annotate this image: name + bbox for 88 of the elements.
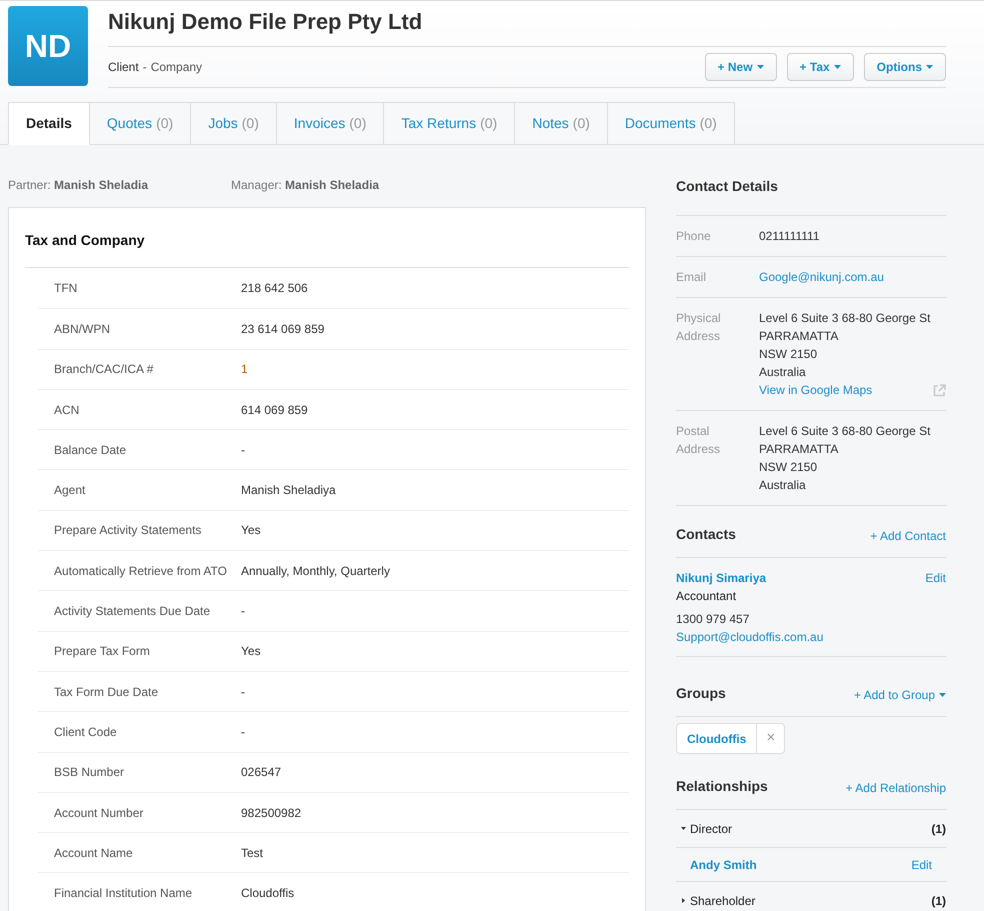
section-title: Tax and Company xyxy=(25,230,629,268)
tab[interactable]: Details xyxy=(8,102,90,145)
add-contact-link[interactable]: + Add Contact xyxy=(870,527,946,545)
field-label: Client Code xyxy=(53,724,118,741)
field-label: ACN xyxy=(53,402,80,419)
field-value: 982500982 xyxy=(241,804,302,822)
field-value: - xyxy=(241,724,245,741)
field-label: Balance Date xyxy=(53,442,128,459)
contact-value: 0211111111 xyxy=(759,228,821,245)
field-value: 026547 xyxy=(241,764,282,782)
contact-phone: 1300 979 457 xyxy=(676,611,750,628)
staff-assignment: Partner: Manish Sheladia xyxy=(8,177,150,194)
relationship-name-link[interactable]: Andy Smith xyxy=(690,856,757,874)
field-value: Yes xyxy=(241,643,261,660)
contact-label: Phone xyxy=(676,228,712,245)
field-value: Test xyxy=(241,844,264,862)
field-value: 23 614 069 859 xyxy=(241,320,324,338)
field-label: Financial Institution Name xyxy=(53,885,194,902)
contact-role: Accountant xyxy=(676,588,738,605)
field-value: - xyxy=(241,684,245,701)
caret-icon xyxy=(939,693,946,697)
dropdown-button[interactable]: Options xyxy=(864,53,946,81)
contact-value: NSW 2150 xyxy=(759,459,818,476)
add-relationship-link[interactable]: + Add Relationship xyxy=(846,779,946,797)
field-label: BSB Number xyxy=(53,764,126,782)
remove-group-button[interactable]: × xyxy=(756,724,784,753)
email-link[interactable]: Google@nikunj.com.au xyxy=(759,268,946,286)
field-value: Annually, Monthly, Quarterly xyxy=(241,562,390,580)
field-value: - xyxy=(241,603,245,620)
contact-value: Level 6 Suite 3 68-80 George St xyxy=(759,423,932,440)
contact-email-link[interactable]: Support@cloudoffis.com.au xyxy=(676,628,946,646)
contact-name-link[interactable]: Nikunj Simariya xyxy=(676,569,766,587)
contact-value: Australia xyxy=(759,477,807,494)
caret-down-icon xyxy=(681,826,686,831)
dropdown-button[interactable]: + New xyxy=(704,53,777,81)
field-value: 218 642 506 xyxy=(241,280,308,298)
field-label: Activity Statements Due Date xyxy=(53,603,212,620)
edit-link[interactable]: Edit xyxy=(911,856,932,874)
caret-right-icon xyxy=(681,898,686,903)
section-title: Contact Details xyxy=(676,176,946,216)
field-value: 614 069 859 xyxy=(241,402,308,419)
section-title: Groups xyxy=(676,684,726,703)
contact-value: PARRAMATTA xyxy=(759,441,840,458)
caret-icon xyxy=(834,65,841,69)
field-value: Yes xyxy=(241,522,261,540)
field-label: TFN xyxy=(53,280,78,298)
field-label: Tax Form Due Date xyxy=(53,684,160,701)
contact-value: Level 6 Suite 3 68-80 George St xyxy=(759,310,932,327)
field-value: Cloudoffis xyxy=(241,885,294,902)
avatar: ND xyxy=(8,6,88,86)
field-label: Account Name xyxy=(53,844,134,862)
client-type: Client xyxy=(108,59,139,76)
relationship-count: (1) xyxy=(931,820,946,838)
field-value: - xyxy=(241,442,245,459)
field-label: Agent xyxy=(53,482,86,500)
contact-label: Postal Address xyxy=(676,423,722,458)
external-link-icon[interactable] xyxy=(933,384,946,396)
section-title: Relationships xyxy=(676,777,768,796)
tab[interactable]: Quotes (0) xyxy=(88,102,192,145)
relationship-count: (1) xyxy=(931,892,946,910)
field-label: ABN/WPN xyxy=(53,320,112,338)
contact-label: Email xyxy=(676,269,708,286)
contact-label: Physical Address xyxy=(676,310,722,345)
relationship-group-toggle[interactable]: Director xyxy=(681,820,732,838)
group-link[interactable]: Cloudoffis xyxy=(677,730,756,748)
field-value: Manish Sheladiya xyxy=(241,482,336,500)
field-label: Prepare Tax Form xyxy=(53,643,151,660)
caret-icon xyxy=(756,65,764,69)
field-label: Automatically Retrieve from ATO xyxy=(53,562,228,580)
field-label: Prepare Activity Statements xyxy=(53,522,202,540)
tab[interactable]: Documents (0) xyxy=(606,102,735,145)
contact-value: Australia xyxy=(759,364,807,381)
relationship-group-toggle[interactable]: Shareholder xyxy=(681,892,756,910)
separator: - xyxy=(142,59,147,76)
contact-value: NSW 2150 xyxy=(759,346,818,363)
add-to-group-link[interactable]: + Add to Group xyxy=(854,686,946,704)
field-label: Account Number xyxy=(53,804,144,822)
staff-assignment: Manager: Manish Sheladia xyxy=(231,177,380,194)
field-label: Branch/CAC/ICA # xyxy=(53,361,154,378)
client-title: Nikunj Demo File Prep Pty Ltd xyxy=(108,6,946,47)
client-subtype: Company xyxy=(150,59,202,76)
map-link[interactable]: View in Google Maps xyxy=(759,381,872,399)
section-title: Contacts xyxy=(676,525,736,544)
edit-link[interactable]: Edit xyxy=(925,569,946,587)
caret-icon xyxy=(926,65,933,69)
dropdown-button[interactable]: + Tax xyxy=(786,53,854,81)
field-value: 1 xyxy=(241,361,248,378)
contact-value: PARRAMATTA xyxy=(759,328,840,345)
